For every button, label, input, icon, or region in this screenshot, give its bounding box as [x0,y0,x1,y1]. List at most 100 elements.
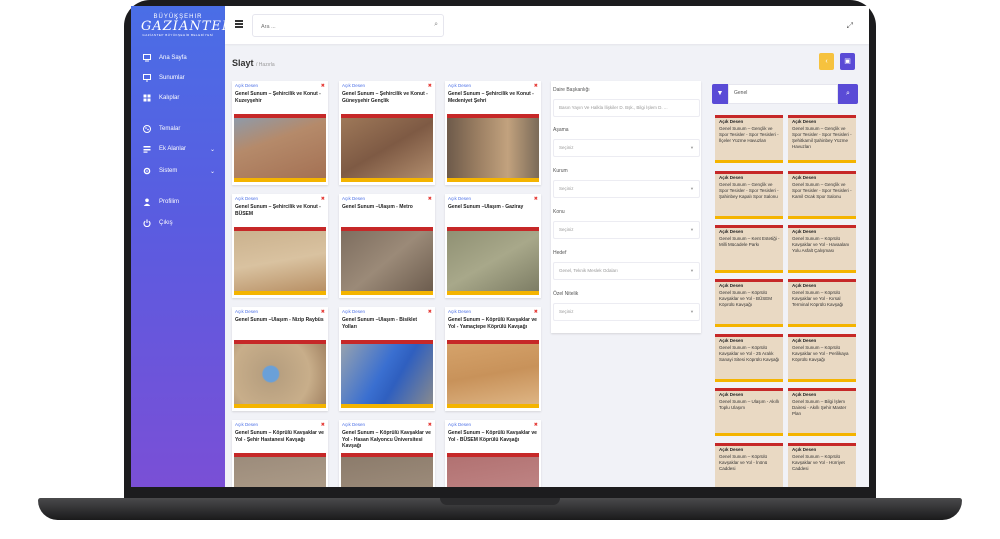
template-card[interactable]: Açık Desen Genel Sunum – Gençlik ve Spor … [715,171,783,219]
filter-label: Kurum [553,168,568,174]
logo[interactable]: BÜYÜKŞEHIR GAZİANTEP GAZİANTEP BÜYÜKŞEHİ… [141,14,231,44]
template-card[interactable]: Açık Desen Genel Sunum – Gençlik ve Spor … [788,115,856,163]
special-feature-select[interactable]: Seçiniz ▼ [553,303,700,321]
slide-tag: Açık Desen [342,309,366,314]
template-card[interactable]: Açık Desen Genel Sunum – Köprülü Kavşakla… [715,443,783,487]
delete-icon[interactable]: ✖ [534,196,538,202]
department-select[interactable]: Basın Yayın Ve Halkla İlişkiler D. Bşk.,… [553,99,700,117]
breadcrumb[interactable]: / Hazırla [256,62,275,68]
delete-icon[interactable]: ✖ [321,422,325,428]
slide-card[interactable]: Açık Desen ✖ Genel Sunum –Ulaşım - Metro [339,194,435,298]
slide-card[interactable]: Açık Desen ✖ Genel Sunum – Şehircilik ve… [232,81,328,185]
chevron-down-icon: ▼ [690,227,694,232]
search-icon[interactable]: ⌕ [434,21,438,29]
slide-title: Genel Sunum –Ulaşım - Gaziray [448,204,524,210]
slide-title: Genel Sunum –Ulaşım - Nizip Raybüs [235,317,324,323]
chevron-down-icon: ▼ [690,145,694,150]
slide-card[interactable]: Açık Desen ✖ Genel Sunum – Köprülü Kavşa… [339,420,435,487]
chevron-down-icon: ⌄ [209,146,215,153]
template-card[interactable]: Açık Desen Genel Sunum – Kent Estetiği - … [715,225,783,273]
template-card[interactable]: Açık Desen Genel Sunum – Gençlik ve Spor … [788,171,856,219]
slide-title: Genel Sunum – Köprülü Kavşaklar ve Yol -… [448,317,537,330]
delete-icon[interactable]: ✖ [321,196,325,202]
menu-toggle-icon[interactable] [235,20,243,28]
template-title: Genel Sunum – Gençlik ve Spor Tesisler -… [792,126,852,149]
slide-thumbnail [234,114,326,182]
sidebar-item-label: Ana Sayfa [159,55,187,61]
delete-icon[interactable]: ✖ [321,83,325,89]
sidebar-item-templates[interactable]: Kalıplar [131,90,225,106]
sidebar-item-label: Temalar [159,126,181,132]
select-value: Seçiniz [559,309,574,314]
delete-icon[interactable]: ✖ [428,422,432,428]
slide-tag: Açık Desen [235,309,259,314]
slide-card[interactable]: Açık Desen ✖ Genel Sunum – Köprülü Kavşa… [445,307,541,411]
slide-card[interactable]: Açık Desen ✖ Genel Sunum – Şehircilik ve… [339,81,435,185]
delete-icon[interactable]: ✖ [428,309,432,315]
presentation-icon [143,74,151,82]
institution-select[interactable]: Seçiniz ▼ [553,180,700,198]
sidebar-item-presentations[interactable]: Sunumlar [131,70,225,86]
select-value: Genel, Teknik Meslek Odaları [559,268,618,273]
sidebar-item-system[interactable]: Sistem ⌄ [131,163,225,179]
delete-icon[interactable]: ✖ [534,83,538,89]
slide-card[interactable]: Açık Desen ✖ Genel Sunum –Ulaşım - Bisik… [339,307,435,411]
slide-thumbnail [447,227,539,295]
sidebar-item-themes[interactable]: Temalar [131,121,225,137]
back-button[interactable]: ‹ [819,53,834,70]
fullscreen-icon[interactable]: ⤢ [847,21,853,31]
template-card[interactable]: Açık Desen Genel Sunum – Ulaşım - Akıllı … [715,388,783,436]
target-select[interactable]: Genel, Teknik Meslek Odaları ▼ [553,262,700,280]
delete-icon[interactable]: ✖ [428,83,432,89]
sidebar-item-extra-fields[interactable]: Ek Alanlar ⌄ [131,141,225,157]
slide-tag: Açık Desen [448,422,472,427]
sidebar-item-label: Ek Alanlar [159,146,187,152]
template-card[interactable]: Açık Desen Genel Sunum – Köprülü Kavşakla… [715,334,783,382]
template-card[interactable]: Açık Desen Genel Sunum – Köprülü Kavşakla… [788,443,856,487]
laptop-notch [440,498,560,505]
slide-card[interactable]: Açık Desen ✖ Genel Sunum – Şehircilik ve… [445,81,541,185]
template-tag: Açık Desen [719,283,744,288]
slide-card[interactable]: Açık Desen ✖ Genel Sunum – Şehircilik ve… [232,194,328,298]
template-tag: Açık Desen [792,338,817,343]
sidebar-item-home[interactable]: Ana Sayfa [131,50,225,66]
save-button[interactable]: ▣ [840,53,855,70]
template-card[interactable]: Açık Desen Genel Sunum – Gençlik ve Spor … [715,115,783,163]
slide-title: Genel Sunum – Köprülü Kavşaklar ve Yol -… [448,430,537,443]
slide-card[interactable]: Açık Desen ✖ Genel Sunum –Ulaşım - Nizip… [232,307,328,411]
template-tag: Açık Desen [792,229,817,234]
slide-thumbnail [234,453,326,487]
sidebar-item-profile[interactable]: Profilim [131,194,225,210]
sidebar-item-label: Profilim [159,199,180,205]
slide-card[interactable]: Açık Desen ✖ Genel Sunum –Ulaşım - Gazir… [445,194,541,298]
slide-card[interactable]: Açık Desen ✖ Genel Sunum – Köprülü Kavşa… [232,420,328,487]
slide-tag: Açık Desen [235,196,259,201]
template-card[interactable]: Açık Desen Genel Sunum – Köprülü Kavşakla… [788,225,856,273]
template-card[interactable]: Açık Desen Genel Sunum – Köprülü Kavşakla… [788,334,856,382]
slide-title: Genel Sunum – Şehircilik ve Konut - BÜSE… [235,204,321,217]
template-title: Genel Sunum – Köprülü Kavşaklar ve Yol -… [792,290,844,307]
template-card[interactable]: Açık Desen Genel Sunum – Köprülü Kavşakla… [788,279,856,327]
filter-button[interactable]: ▼ [712,84,728,104]
template-card[interactable]: Açık Desen Genel Sunum – Bilgi İşlem Dair… [788,388,856,436]
slide-title: Genel Sunum – Şehircilik ve Konut - Güne… [342,91,428,104]
template-search-input[interactable]: Genel [728,84,838,104]
slide-card[interactable]: Açık Desen ✖ Genel Sunum – Köprülü Kavşa… [445,420,541,487]
template-title: Genel Sunum – Köprülü Kavşaklar ve Yol -… [792,236,850,253]
sidebar-item-label: Çıkış [159,220,173,226]
delete-icon[interactable]: ✖ [534,309,538,315]
search-input[interactable] [259,23,423,31]
template-search: ▼ Genel ⌕ [712,84,859,104]
template-card[interactable]: Açık Desen Genel Sunum – Köprülü Kavşakla… [715,279,783,327]
sidebar-item-logout[interactable]: Çıkış [131,215,225,231]
sidebar-item-label: Sunumlar [159,75,185,81]
slide-tag: Açık Desen [342,196,366,201]
chevron-down-icon: ▼ [690,186,694,191]
topic-select[interactable]: Seçiniz ▼ [553,221,700,239]
search-button[interactable]: ⌕ [838,84,858,104]
stage-select[interactable]: Seçiniz ▼ [553,139,700,157]
filter-label: Özel Nitelik [553,291,579,297]
delete-icon[interactable]: ✖ [428,196,432,202]
delete-icon[interactable]: ✖ [534,422,538,428]
delete-icon[interactable]: ✖ [321,309,325,315]
